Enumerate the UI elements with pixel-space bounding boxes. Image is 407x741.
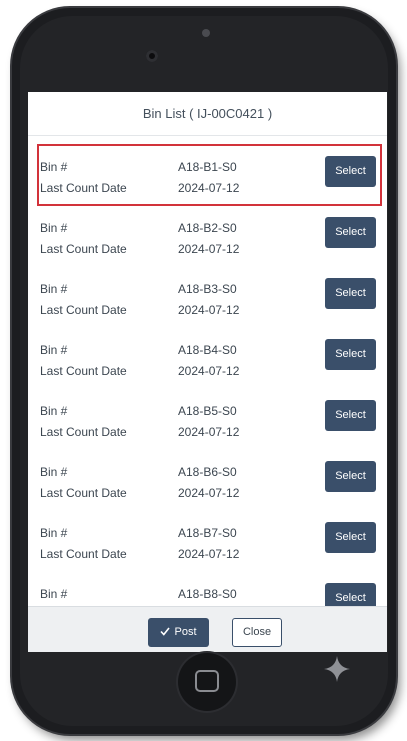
sparkle-icon [324,656,350,682]
last-count-date-label: Last Count Date [40,181,127,195]
last-count-date-value: 2024-07-12 [178,242,240,256]
list-item[interactable]: Bin # A18-B7-S0 Last Count Date 2024-07-… [37,510,382,572]
last-count-date-label: Last Count Date [40,486,127,500]
bin-label: Bin # [40,343,68,357]
bin-label: Bin # [40,526,68,540]
select-button[interactable]: Select [325,217,376,248]
list-item[interactable]: Bin # A18-B6-S0 Last Count Date 2024-07-… [37,449,382,511]
list-item[interactable]: Bin # A18-B1-S0 Last Count Date 2024-07-… [37,144,382,206]
last-count-date-value: 2024-07-12 [178,181,240,195]
bin-value: A18-B5-S0 [178,404,237,418]
last-count-date-label: Last Count Date [40,547,127,561]
bin-value: A18-B1-S0 [178,160,237,174]
last-count-date-value: 2024-07-12 [178,547,240,561]
last-count-date-value: 2024-07-12 [178,364,240,378]
bin-label: Bin # [40,282,68,296]
list-item[interactable]: Bin # A18-B2-S0 Last Count Date 2024-07-… [37,205,382,267]
close-button[interactable]: Close [232,618,282,647]
select-button[interactable]: Select [325,339,376,370]
bin-value: A18-B7-S0 [178,526,237,540]
bin-value: A18-B8-S0 [178,587,237,601]
last-count-date-value: 2024-07-12 [178,486,240,500]
last-count-date-label: Last Count Date [40,425,127,439]
last-count-date-label: Last Count Date [40,364,127,378]
select-button[interactable]: Select [325,522,376,553]
post-button[interactable]: Post [148,618,209,647]
select-button[interactable]: Select [325,583,376,606]
list-item[interactable]: Bin # A18-B4-S0 Last Count Date 2024-07-… [37,327,382,389]
home-button[interactable] [178,653,236,711]
page-title: Bin List ( IJ-00C0421 ) [28,92,387,136]
bin-label: Bin # [40,160,68,174]
bin-value: A18-B4-S0 [178,343,237,357]
last-count-date-label: Last Count Date [40,303,127,317]
bin-list[interactable]: Bin # A18-B1-S0 Last Count Date 2024-07-… [28,136,387,606]
bin-value: A18-B6-S0 [178,465,237,479]
phone-screen: Bin List ( IJ-00C0421 ) Bin # A18-B1-S0 … [28,92,387,652]
bin-label: Bin # [40,404,68,418]
select-button[interactable]: Select [325,278,376,309]
camera-icon [146,50,158,62]
last-count-date-value: 2024-07-12 [178,303,240,317]
list-item[interactable]: Bin # A18-B3-S0 Last Count Date 2024-07-… [37,266,382,328]
bin-value: A18-B2-S0 [178,221,237,235]
checkmark-icon [160,627,171,636]
list-item[interactable]: Bin # A18-B8-S0 Last Count Date 2024-07-… [37,571,382,606]
bin-value: A18-B3-S0 [178,282,237,296]
select-button[interactable]: Select [325,400,376,431]
list-item[interactable]: Bin # A18-B5-S0 Last Count Date 2024-07-… [37,388,382,450]
bin-label: Bin # [40,587,68,601]
last-count-date-label: Last Count Date [40,242,127,256]
select-button[interactable]: Select [325,461,376,492]
post-button-label: Post [174,626,197,638]
home-button-square-icon [195,670,219,692]
footer-bar: Post Close [28,606,387,652]
last-count-date-value: 2024-07-12 [178,425,240,439]
bin-label: Bin # [40,465,68,479]
speaker-dot [202,29,210,37]
bin-label: Bin # [40,221,68,235]
select-button[interactable]: Select [325,156,376,187]
